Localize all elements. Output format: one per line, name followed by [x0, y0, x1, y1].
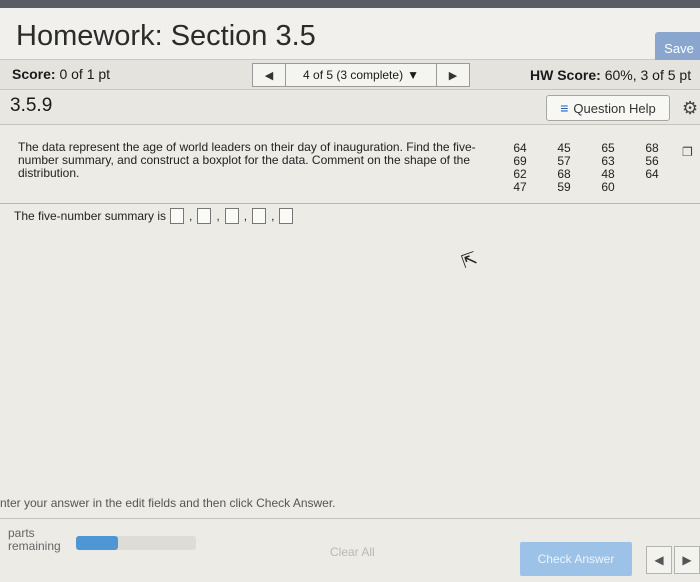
five-number-summary: The five-number summary is , , , ,: [14, 208, 294, 224]
answer-field-q1[interactable]: [197, 208, 212, 224]
hw-score: HW Score: 60%, 3 of 5 pt: [530, 67, 691, 83]
check-answer-button[interactable]: Check Answer: [520, 542, 632, 576]
data-cell: 59: [557, 180, 571, 194]
score-bar: Score: 0 of 1 pt ◀ 4 of 5 (3 complete) ▼…: [0, 60, 700, 90]
clear-all-button[interactable]: Clear All: [330, 545, 375, 559]
question-position: 4 of 5 (3 complete): [303, 68, 404, 82]
question-id: 3.5.9: [10, 95, 53, 116]
triangle-left-icon: ◀: [654, 553, 664, 567]
prev-part-button[interactable]: ◀: [646, 546, 672, 574]
triangle-right-icon: ▶: [448, 69, 458, 82]
question-select[interactable]: 4 of 5 (3 complete) ▼: [286, 63, 436, 87]
next-question-button[interactable]: ▶: [436, 63, 470, 87]
answer-field-median[interactable]: [224, 208, 239, 224]
prev-question-button[interactable]: ◀: [252, 63, 286, 87]
header: Homework: Section 3.5 Save: [0, 8, 700, 64]
score-label: Score:: [12, 66, 56, 82]
answer-field-q3[interactable]: [252, 208, 267, 224]
parts-progress-fill: [76, 536, 118, 550]
footer-divider: [0, 518, 700, 519]
score-value: 0 of 1 pt: [59, 66, 111, 82]
next-part-button[interactable]: ▶: [674, 546, 700, 574]
question-help-button[interactable]: ≡ Question Help: [546, 95, 670, 121]
question-help-label: Question Help: [573, 100, 656, 116]
score: Score: 0 of 1 pt: [12, 66, 110, 82]
hw-score-label: HW Score:: [530, 67, 601, 83]
top-strip: [0, 0, 700, 8]
parts-remaining-label: parts remaining: [8, 527, 61, 553]
question-id-bar: 3.5.9 ≡ Question Help ⚙: [0, 91, 700, 125]
answer-field-min[interactable]: [170, 208, 185, 224]
instruction-text: nter your answer in the edit fields and …: [0, 496, 336, 510]
divider: [0, 203, 700, 204]
copy-icon[interactable]: ❐: [682, 145, 693, 159]
chevron-down-icon: ▼: [407, 68, 419, 82]
summary-label: The five-number summary is: [14, 209, 167, 223]
parts-label-line1: parts: [8, 526, 35, 540]
mouse-pointer-icon: ⇱: [458, 248, 480, 273]
parts-label-line2: remaining: [8, 539, 61, 553]
question-navigator: ◀ 4 of 5 (3 complete) ▼ ▶: [252, 63, 470, 87]
list-icon: ≡: [560, 100, 569, 116]
triangle-right-icon: ▶: [682, 553, 692, 567]
data-cell: 64: [645, 167, 659, 181]
data-cell: 60: [601, 180, 615, 194]
answer-field-max[interactable]: [279, 208, 294, 224]
gear-icon[interactable]: ⚙: [682, 98, 698, 119]
page-title: Homework: Section 3.5: [16, 20, 316, 52]
question-text: The data represent the age of world lead…: [18, 140, 476, 180]
data-cell: 47: [513, 180, 527, 194]
data-table: 64 45 65 68 69 57 63 56 62 68 48 64 47 5…: [498, 142, 674, 194]
parts-progress-bar: [76, 536, 196, 550]
triangle-left-icon: ◀: [264, 69, 274, 82]
hw-score-value: 60%, 3 of 5 pt: [604, 67, 692, 83]
data-cell: [630, 181, 674, 194]
